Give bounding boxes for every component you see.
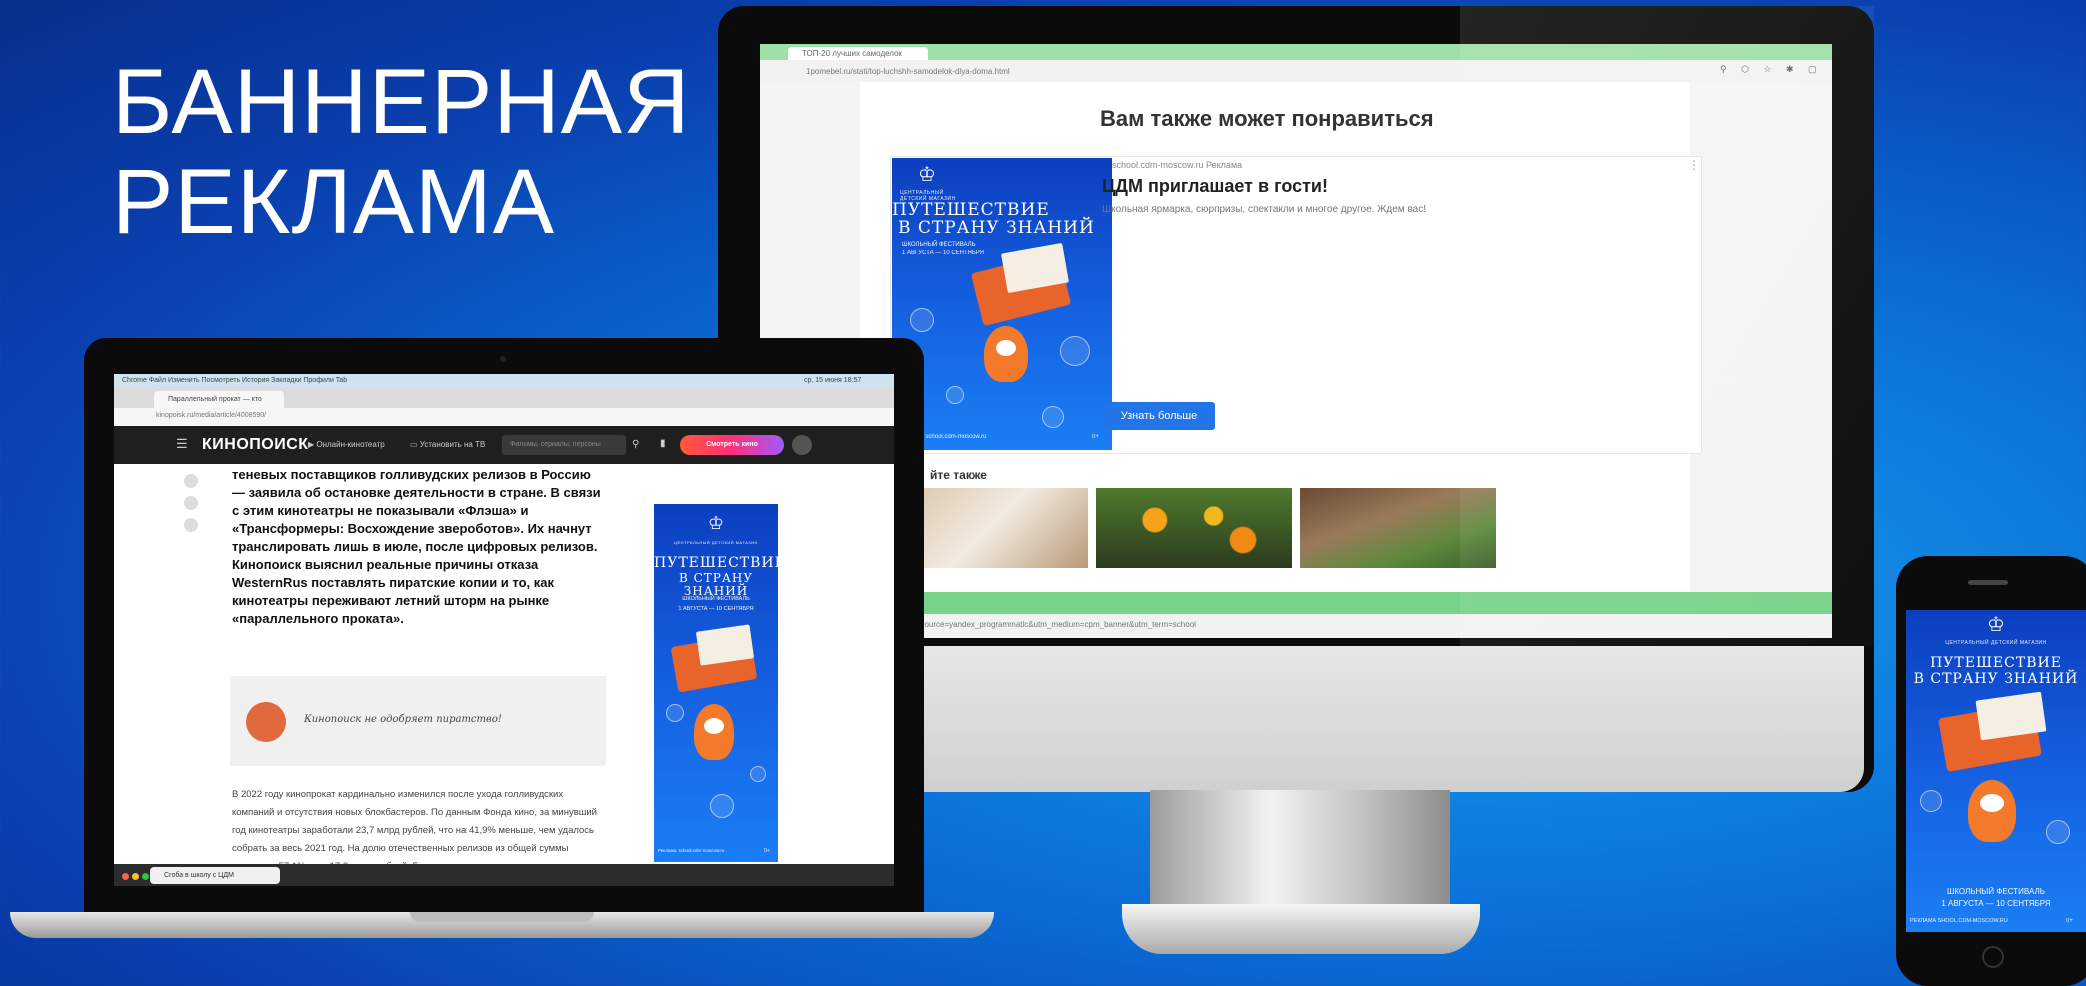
thumbnail-garden[interactable]: [1300, 488, 1496, 568]
mac-clock: ср, 15 июня 18:57: [804, 377, 862, 384]
banner-fest-1: ШКОЛЬНЫЙ ФЕСТИВАЛЬ: [1946, 887, 2045, 896]
headline-line-1: БАННЕРНАЯ: [112, 51, 691, 153]
ad-banner-vertical[interactable]: ♔ ЦЕНТРАЛЬНЫЙ ДЕТСКИЙ МАГАЗИН ПУТЕШЕСТВИ…: [654, 504, 778, 862]
bubble-illustration: [1060, 336, 1090, 366]
no-piracy-icon: [246, 702, 286, 742]
address-bar-2[interactable]: _source=yandex_programmatic&utm_medium=c…: [916, 620, 1196, 629]
share-icon[interactable]: [184, 474, 198, 488]
article-lead: теневых поставщиков голливудских релизов…: [232, 467, 601, 626]
banner-fest-2: 1 АВГУСТА — 10 СЕНТЯБРЯ: [678, 606, 754, 612]
phone-home-button[interactable]: [1982, 946, 2004, 968]
nav-tv-label: Установить на ТВ: [419, 440, 486, 449]
quote-text: Кинопоиск не одобряет пиратство!: [304, 714, 502, 725]
phone-speaker: [1968, 580, 2008, 585]
nav-online-cinema[interactable]: ▶ Онлайн-кинотеатр: [308, 440, 385, 449]
banner-age: 0+: [2066, 918, 2073, 924]
watch-button[interactable]: Смотреть кино: [680, 435, 784, 455]
banner-title-1: ПУТЕШЕСТВИЕ: [1930, 655, 2062, 671]
fox-face-illustration: [996, 340, 1016, 356]
fox-face-illustration: [704, 718, 724, 734]
bubble-illustration: [910, 308, 934, 332]
monitor-stand-neck: [1150, 790, 1450, 910]
mac-menu-bar: Chrome Файл Изменить Посмотреть История …: [114, 374, 894, 388]
thumbnail-flowers[interactable]: [1096, 488, 1292, 568]
bubble-illustration: [1042, 406, 1064, 428]
banner-title-1: ПУТЕШЕСТВИЕ: [654, 555, 778, 571]
nav-online-label: Онлайн-кинотеатр: [316, 440, 385, 449]
laptop-notch: [410, 912, 594, 922]
ad-learn-more-button[interactable]: Узнать больше: [1103, 402, 1215, 430]
menu-icon[interactable]: ☰: [176, 436, 188, 452]
kinopoisk-logo[interactable]: КИНОПОИСК: [202, 436, 309, 454]
browser-toolbar-icons[interactable]: ⚲ ⬡ ☆ ✱ ▢: [1720, 64, 1823, 75]
banner-fest-2: 1 АВГУСТА — 10 СЕНТЯБРЯ: [1941, 899, 2051, 908]
banner-fest-2: 1 АВГУСТА — 10 СЕНТЯБРЯ: [902, 250, 985, 256]
ad-menu-icon[interactable]: ⋮: [1688, 158, 1700, 172]
bubble-illustration: [1920, 790, 1942, 812]
twitter-icon[interactable]: [184, 496, 198, 510]
headline-line-2: РЕКЛАМА: [112, 151, 556, 253]
address-bar[interactable]: 1pomebel.ru/stati/top-luchshh-samodelok-…: [806, 64, 1526, 79]
article-body: В 2022 году кинопрокат кардинально измен…: [232, 789, 597, 872]
telegram-icon[interactable]: [184, 518, 198, 532]
ad-description: Школьная ярмарка, сюрпризы, спектакли и …: [1102, 204, 1427, 215]
banner-footer: РЕКЛАМА SHOOL.CDM-MOSCOW.RU: [1910, 918, 2008, 924]
monitor-stand-base: [1122, 904, 1480, 954]
banner-title-2: В СТРАНУ ЗНАНИЙ: [898, 218, 1095, 238]
nav-install-tv[interactable]: ▭ Установить на ТВ: [410, 440, 485, 449]
museum-logo-icon: ♔: [918, 164, 936, 186]
window-close-dot[interactable]: [122, 873, 129, 880]
headline: БАННЕРНАЯ РЕКЛАМА: [112, 52, 691, 252]
browser-tab[interactable]: Параллельный прокат — кто: [154, 391, 284, 408]
search-input[interactable]: Фильмы, сериалы, персоны: [502, 435, 626, 455]
mac-menu-items[interactable]: Chrome Файл Изменить Посмотреть История …: [122, 374, 347, 388]
museum-logo-icon: ♔: [707, 513, 725, 533]
banner-age: 0+: [1092, 434, 1099, 440]
ad-banner-image[interactable]: ♔ ЦЕНТРАЛЬНЫЙ ДЕТСКИЙ МАГАЗИН ПУТЕШЕСТВИ…: [892, 158, 1112, 450]
window-minimize-dot[interactable]: [132, 873, 139, 880]
bubble-illustration: [2046, 820, 2070, 844]
bubble-illustration: [750, 766, 766, 782]
banner-footer: Реклама. school.cdm-moscow.ru: [658, 848, 725, 853]
ad-headline[interactable]: ЦДМ приглашает в гости!: [1102, 176, 1328, 197]
avatar[interactable]: [792, 435, 812, 455]
laptop-screen: Chrome Файл Изменить Посмотреть История …: [114, 374, 894, 886]
banner-title-2: В СТРАНУ ЗНАНИЙ: [1913, 671, 2079, 687]
banner-museum: ЦЕНТРАЛЬНЫЙ ДЕТСКИЙ МАГАЗИН: [1945, 640, 2047, 646]
bubble-illustration: [710, 794, 734, 818]
museum-logo-icon: ♔: [1987, 614, 2005, 636]
section-title: Вам также может понравиться: [1100, 106, 1434, 131]
bubble-illustration: [946, 386, 964, 404]
browser-tab[interactable]: ТОП-20 лучших самоделок: [788, 47, 928, 60]
search-icon[interactable]: ⚲: [632, 439, 639, 450]
ad-source[interactable]: school.cdm-moscow.ru Реклама: [1112, 160, 1242, 170]
see-also-title: йте также: [930, 468, 987, 482]
laptop-camera: [500, 356, 506, 362]
bottom-tab[interactable]: Сгоба в школу с ЦДМ: [150, 867, 280, 884]
fox-face-illustration: [1980, 794, 2004, 812]
phone-ad-banner[interactable]: ♔ ЦЕНТРАЛЬНЫЙ ДЕТСКИЙ МАГАЗИН ПУТЕШЕСТВИ…: [1906, 610, 2086, 932]
bubble-illustration: [666, 704, 684, 722]
banner-museum: ЦЕНТРАЛЬНЫЙ ДЕТСКИЙ МАГАЗИН: [674, 540, 758, 545]
address-bar[interactable]: kinopoisk.ru/media/article/4008590/: [156, 412, 266, 419]
bookmark-icon[interactable]: ▮: [660, 438, 666, 449]
window-zoom-dot[interactable]: [142, 873, 149, 880]
banner-age: 0+: [764, 848, 770, 854]
